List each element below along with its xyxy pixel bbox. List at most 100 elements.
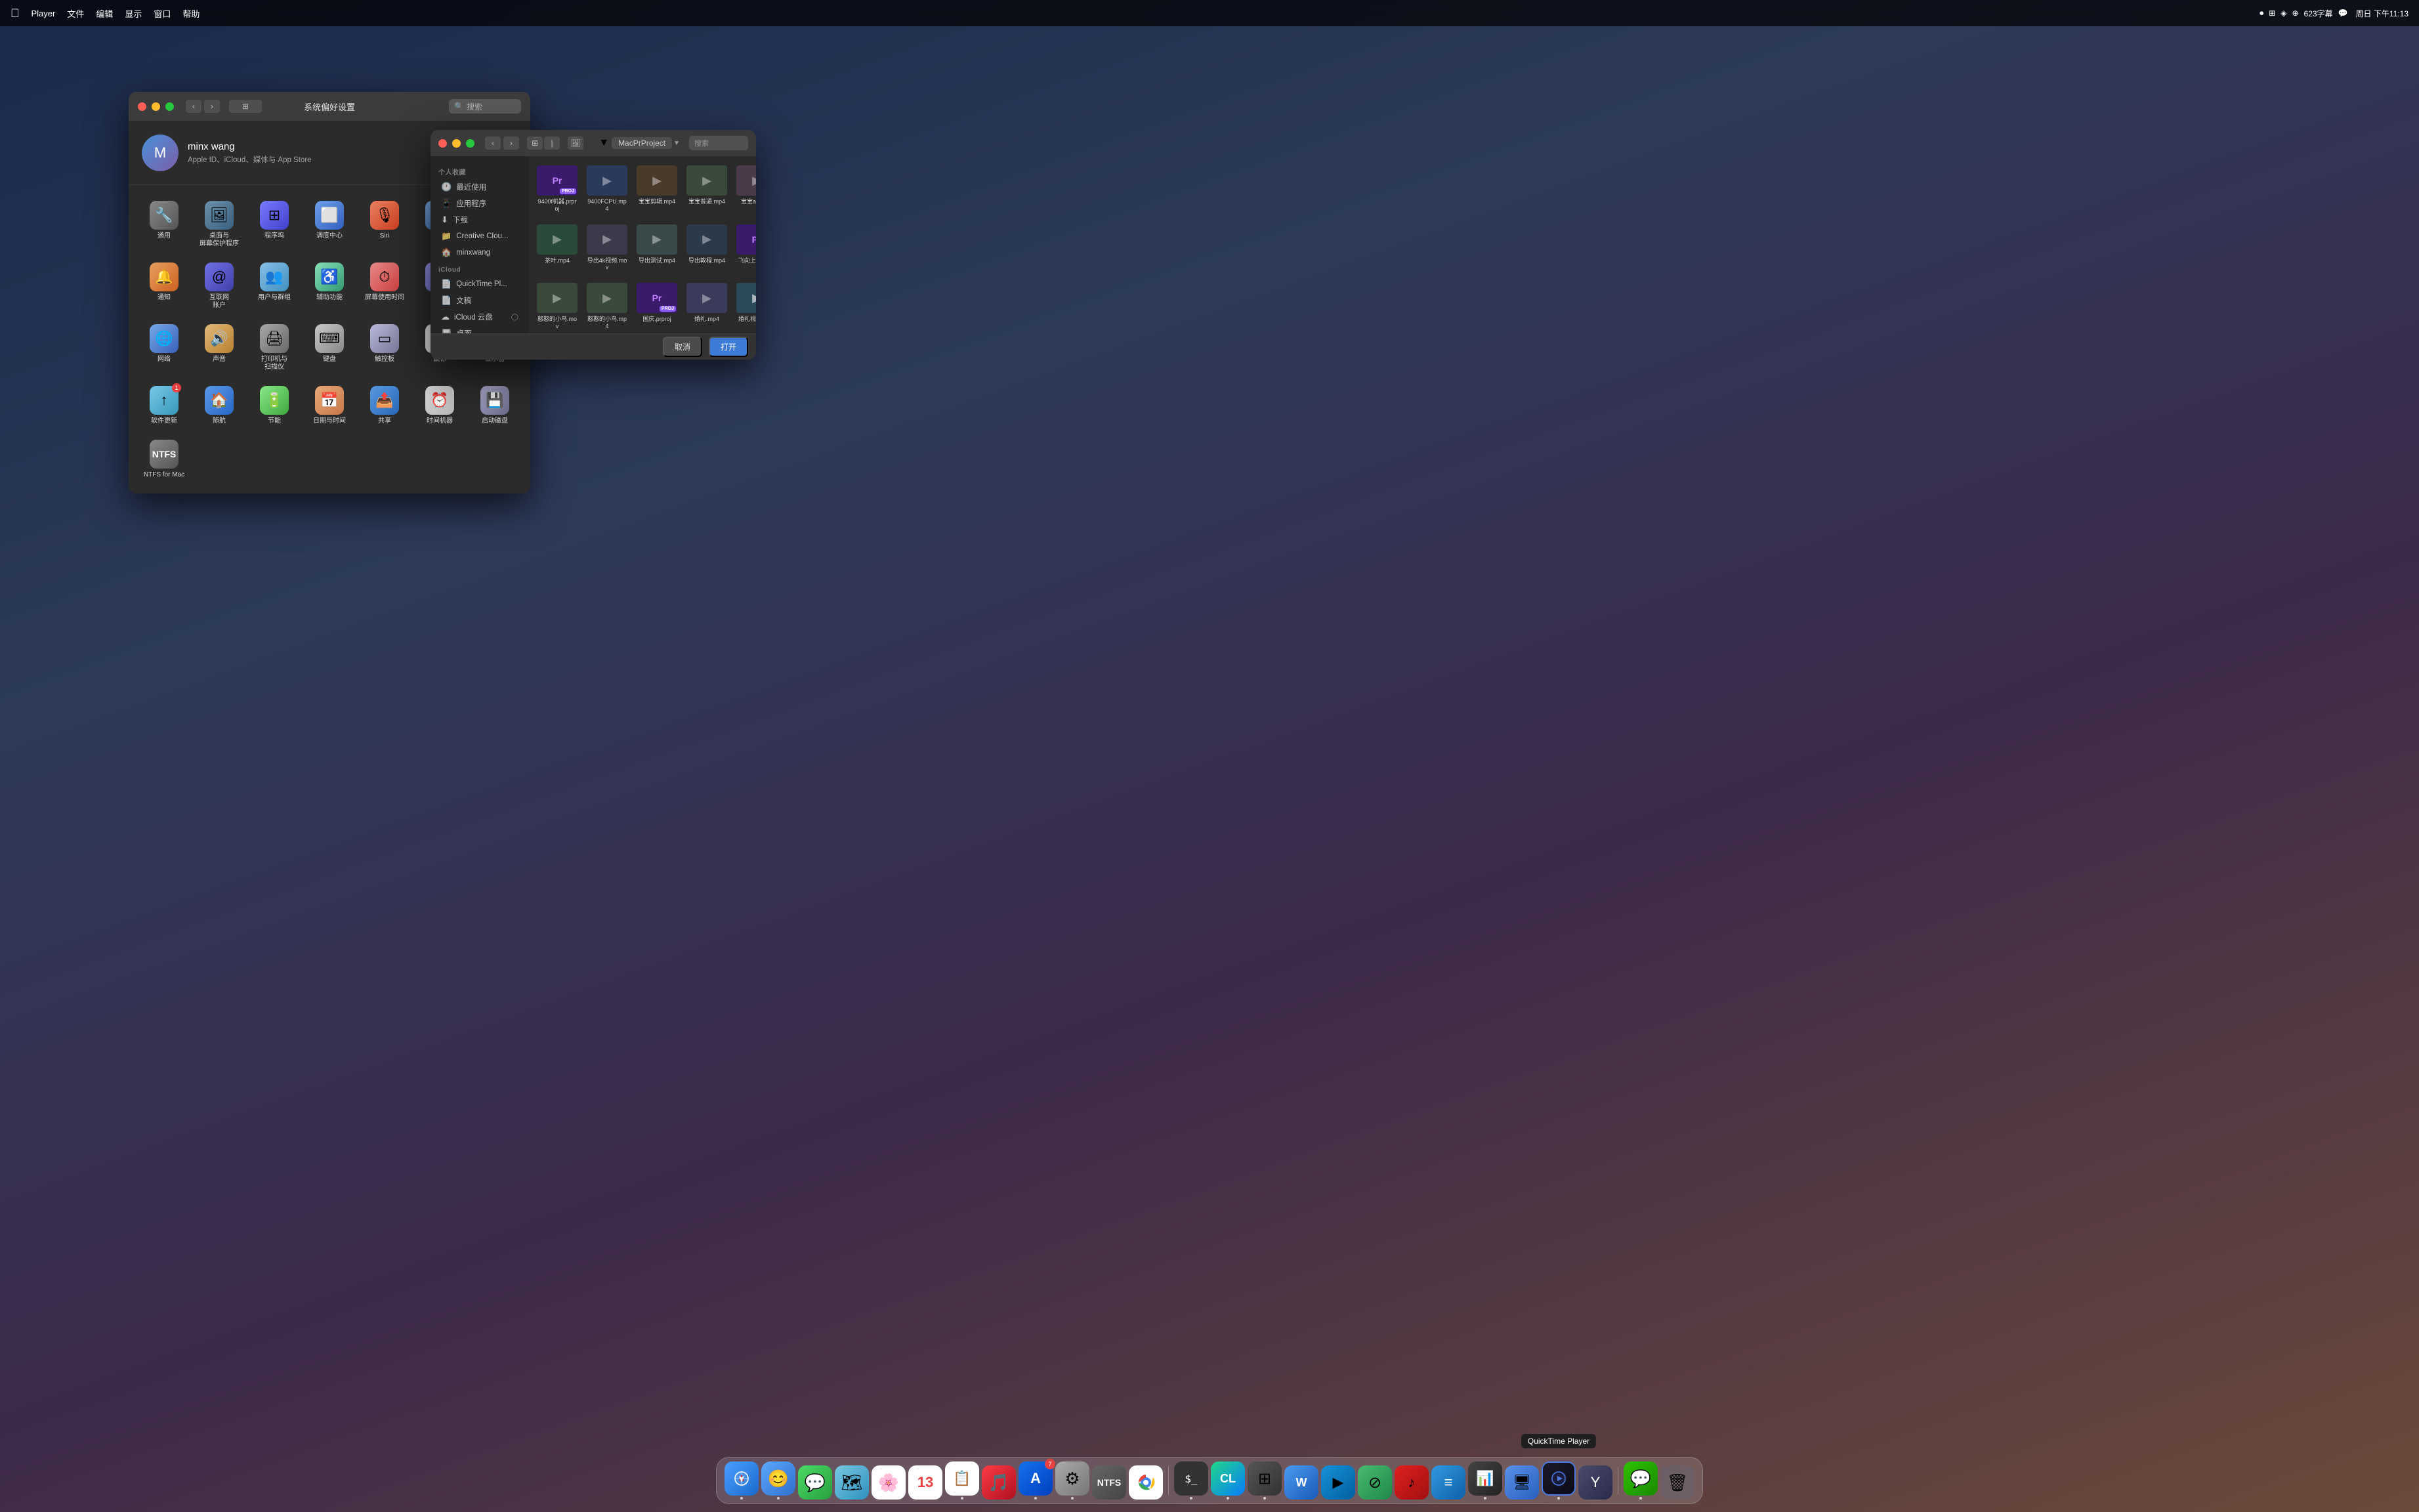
dock-item-syspref[interactable]: ⚙ [1055,1461,1089,1500]
dock-item-netease[interactable]: ♪ [1395,1465,1429,1500]
clion-icon[interactable]: CL [1211,1461,1245,1496]
file-item[interactable]: ▶ C 婚礼视频.mp4 [734,279,756,333]
finder-back[interactable]: ‹ [485,136,501,150]
pref-battery[interactable]: 🔋 节能 [248,379,301,430]
pref-desktop[interactable]: 🖼 桌面与屏幕保护程序 [193,194,245,253]
dock-item-appstore[interactable]: A 7 [1019,1461,1053,1500]
sidebar-item-downloads[interactable]: ⬇ 下载 [433,212,526,228]
sidebar-item-quicktime[interactable]: 📄 QuickTime Pl... [433,276,526,292]
trash-icon[interactable]: 🗑 [1660,1465,1694,1500]
close-button[interactable] [138,102,146,111]
dock-item-ntfs[interactable]: NTFS [1092,1465,1126,1500]
pref-trackpad[interactable]: ▭ 触控板 [358,318,411,377]
finder-search[interactable]: 搜索 [689,136,748,150]
dock-item-terminal[interactable]: $_ [1174,1461,1208,1500]
dock-item-activity[interactable]: 📊 [1468,1461,1502,1500]
finder-forward[interactable]: › [503,136,519,150]
pref-print[interactable]: 🖨 打印机与扫描仪 [248,318,301,377]
dock-item-quicktime[interactable]: QuickTime Player [1542,1461,1576,1500]
sidebar-item-icloud[interactable]: ☁ iCloud 云盘 ◯ [433,309,526,325]
dock-item-music[interactable]: 🎵 [982,1465,1016,1500]
syspref-icon[interactable]: ⚙ [1055,1461,1089,1496]
pref-time-machine[interactable]: ⏰ 时间机器 [413,379,466,430]
menu-help[interactable]: 帮助 [182,7,200,20]
dock-item-messages[interactable]: 💬 [798,1465,832,1500]
music-icon[interactable]: 🎵 [982,1465,1016,1500]
finder-icon-view[interactable]: 🖼 [568,136,583,150]
reminders-icon[interactable]: 📋 [945,1461,979,1496]
file-item[interactable]: ▶ 宝宝普通.mp4 [684,161,730,217]
dock-item-chrome[interactable] [1129,1465,1163,1500]
dock-item-reminders[interactable]: 📋 [945,1461,979,1500]
dock-item-finder[interactable]: 😊 [761,1461,795,1500]
file-item[interactable]: ▶ 宝宝ae.mp4 [734,161,756,217]
dock-item-calendar[interactable]: 13 [908,1465,942,1500]
pref-internet[interactable]: @ 互联网账户 [193,256,245,315]
pref-users[interactable]: 👥 用户与群组 [248,256,301,315]
file-item[interactable]: ▶ 9400FCPU.mp4 [584,161,630,217]
pref-access[interactable]: ♿ 辅助功能 [303,256,356,315]
file-item[interactable]: ▶ 导出4k视频.mov [584,220,630,276]
messages-icon[interactable]: 💬 [798,1465,832,1500]
view-toggle[interactable]: ⊞ [229,100,262,113]
file-item[interactable]: ▶ 茶叶.mp4 [534,220,580,276]
pref-mission[interactable]: ⬜ 调度中心 [303,194,356,253]
pref-ntfs[interactable]: NTFS NTFS for Mac [138,433,190,484]
minimize-button[interactable] [152,102,160,111]
gallery-icon[interactable]: 🖼 [568,136,583,150]
dock-item-welink[interactable]: W [1284,1465,1318,1500]
menu-edit[interactable]: 编辑 [96,7,113,20]
dock-item-copilot[interactable]: ⊘ [1358,1465,1392,1500]
search-box[interactable]: 🔍 搜索 [449,99,521,114]
files-icon[interactable]: ⊞ [1248,1461,1282,1496]
dock-item-yoink[interactable]: Y [1578,1465,1612,1500]
dock-item-youku[interactable]: ▶ [1321,1465,1355,1500]
dock-item-screenshare[interactable]: 🖥 [1505,1465,1539,1500]
path-dropdown[interactable]: ▼ [599,137,609,149]
file-item[interactable]: ▶ 憨憨的小鸟.mp4 [584,279,630,333]
chrome-icon[interactable] [1129,1465,1163,1500]
photos-icon[interactable]: 🌸 [872,1465,906,1500]
menu-file[interactable]: 文件 [67,7,84,20]
sidebar-item-recent[interactable]: 🕐 最近使用 [433,179,526,195]
sidebar-item-documents[interactable]: 📄 文稿 [433,293,526,308]
pref-keyboard[interactable]: ⌨ 键盘 [303,318,356,377]
terminal-icon[interactable]: $_ [1174,1461,1208,1496]
maximize-button[interactable] [165,102,174,111]
sidebar-item-creative[interactable]: 📁 Creative Clou... [433,228,526,244]
dock-item-files[interactable]: ⊞ [1248,1461,1282,1500]
dock-item-safari[interactable] [725,1461,759,1500]
open-button[interactable]: 打开 [709,337,748,357]
dock-item-vscode[interactable]: ≡ [1431,1465,1465,1500]
pref-sound[interactable]: 🔊 声音 [193,318,245,377]
menu-window[interactable]: 窗口 [154,7,171,20]
pref-notif[interactable]: 🔔 通知 [138,256,190,315]
pref-siri[interactable]: 🎙 Siri [358,194,411,253]
pref-share[interactable]: 📤 共享 [358,379,411,430]
sidebar-item-apps[interactable]: 📱 应用程序 [433,196,526,211]
pref-navhome[interactable]: 🏠 随航 [193,379,245,430]
finder-icon[interactable]: 😊 [761,1461,795,1496]
screenshare-icon[interactable]: 🖥 [1505,1465,1539,1500]
pref-network[interactable]: 🌐 网络 [138,318,190,377]
finder-close[interactable] [438,139,447,148]
file-item[interactable]: ▶ 宝宝剪辑.mp4 [634,161,680,217]
netease-icon[interactable]: ♪ [1395,1465,1429,1500]
cancel-button[interactable]: 取消 [663,337,702,357]
back-button[interactable]: ‹ [186,100,201,113]
forward-button[interactable]: › [204,100,220,113]
menu-player[interactable]: Player [32,9,56,18]
file-item[interactable]: Pr PROJ 9400f机器.prproj [534,161,580,217]
file-item[interactable]: Pr PROJ 国庆.prproj [634,279,680,333]
vscode-icon[interactable]: ≡ [1431,1465,1465,1500]
youku-icon[interactable]: ▶ [1321,1465,1355,1500]
safari-icon[interactable] [725,1461,759,1496]
welink-icon[interactable]: W [1284,1465,1318,1500]
file-item[interactable]: ▶ 婚礼.mp4 [684,279,730,333]
yoink-icon[interactable]: Y [1578,1465,1612,1500]
pref-startup[interactable]: 💾 启动磁盘 [469,379,521,430]
pref-general[interactable]: 🔧 通用 [138,194,190,253]
sidebar-item-home[interactable]: 🏠 minxwang [433,245,526,261]
dock-item-clion[interactable]: CL [1211,1461,1245,1500]
file-item[interactable]: ▶ 憨憨的小鸟.mov [534,279,580,333]
